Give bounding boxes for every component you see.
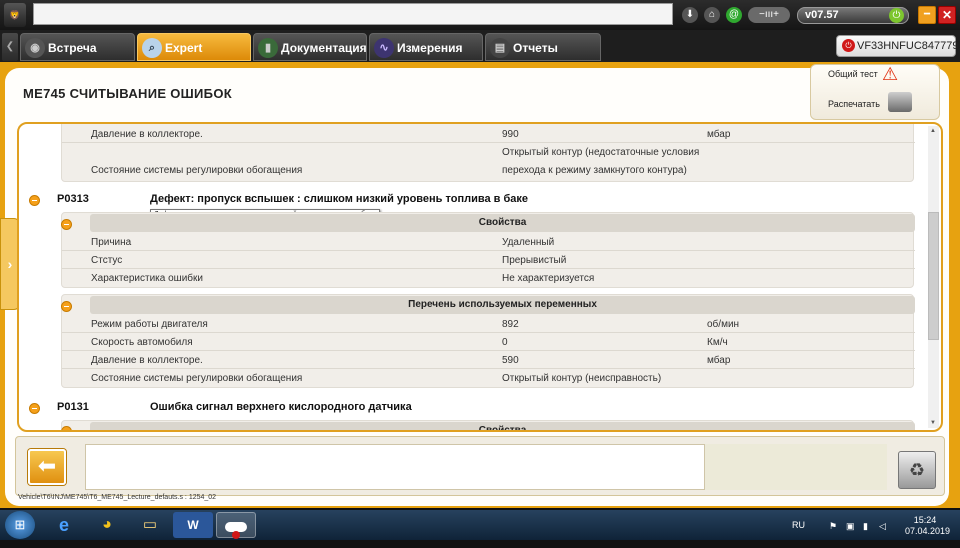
folder-icon[interactable]: ▭	[130, 512, 170, 538]
collapse-icon[interactable]	[61, 301, 72, 312]
fault-list[interactable]: Давление в коллекторе. 990 мбар Состояни…	[17, 122, 943, 432]
nav-toggle-icon[interactable]: ❮	[2, 33, 18, 61]
tab-label: Отчеты	[513, 41, 558, 55]
table-row: Режим работы двигателя 892 об/мин	[62, 315, 915, 333]
book-icon: ▮	[258, 38, 278, 58]
variables-box: Перечень используемых переменных Режим р…	[61, 294, 915, 388]
document-icon: ▤	[490, 38, 510, 58]
table-row: Состояние системы регулировки обогащения…	[91, 373, 662, 384]
scrollbar-thumb[interactable]	[928, 212, 939, 340]
message-area	[85, 444, 705, 490]
internet-explorer-icon[interactable]: e	[44, 512, 84, 538]
tab-measurements[interactable]: ∿ Измерения	[369, 33, 483, 61]
table-row: Состояние системы регулировки обогащения…	[91, 147, 700, 176]
collapse-icon[interactable]	[61, 426, 72, 430]
clock[interactable]: 15:24 07.04.2019	[905, 515, 951, 537]
scroll-down-icon[interactable]: ▼	[930, 420, 936, 426]
table-row: Причина Удаленный	[62, 233, 915, 251]
peugeot-logo: 🦁	[4, 3, 26, 27]
tab-label: Встреча	[48, 41, 97, 55]
tab-expert[interactable]: ⌕ Expert	[137, 33, 251, 61]
power-icon: ⏻	[842, 39, 855, 52]
clock-time: 15:24	[913, 515, 937, 525]
power-icon[interactable]: ⏻	[889, 8, 904, 23]
collapse-icon[interactable]	[29, 403, 40, 414]
print-link[interactable]: Распечатать	[828, 99, 880, 109]
fault-code: P0131	[57, 401, 89, 413]
start-button[interactable]: ⊞	[5, 511, 35, 539]
table-row: Скорость автомобиля 0 Км/ч	[62, 333, 915, 351]
clock-date: 07.04.2019	[905, 526, 951, 536]
collapse-icon[interactable]	[61, 219, 72, 230]
tab-documentation[interactable]: ▮ Документация	[253, 33, 367, 61]
battery-icon[interactable]: ▮	[863, 521, 868, 532]
battery-indicator-icon: −ııı+	[748, 7, 790, 23]
table-row: Давление в коллекторе. 590 мбар	[62, 351, 915, 369]
collapse-icon[interactable]	[29, 195, 40, 206]
status-path: Vehicle\T6\INJ\ME745\T6_ME745_Lecture_de…	[18, 494, 217, 501]
message-area-side	[705, 444, 887, 490]
connection-status-icon[interactable]: @	[726, 7, 742, 23]
section-header: Перечень используемых переменных	[90, 296, 915, 314]
global-test-link[interactable]: Общий тест	[828, 69, 878, 79]
version-label: v07.57	[805, 9, 839, 21]
table-row: Характеристика ошибки Не характеризуется	[91, 273, 595, 284]
printer-icon[interactable]	[888, 92, 912, 112]
tab-label: Expert	[165, 41, 203, 55]
tab-label: Измерения	[397, 41, 463, 55]
minimize-button[interactable]: ━	[918, 6, 936, 24]
diagbox-icon[interactable]	[216, 512, 256, 539]
address-field[interactable]	[33, 3, 673, 25]
volume-icon[interactable]: ◁	[879, 521, 886, 532]
scroll-up-icon[interactable]: ▲	[930, 128, 936, 134]
table-row: Стстус Прерывистый	[62, 251, 915, 269]
globe-icon: ◉	[25, 38, 45, 58]
variables-box: Давление в коллекторе. 990 мбар Состояни…	[61, 124, 915, 182]
table-row: Давление в коллекторе. 990 мбар	[62, 125, 915, 143]
properties-box: Свойства Причина Удаленный Стстус Прерыв…	[61, 212, 915, 288]
language-indicator[interactable]: RU	[792, 520, 805, 530]
section-header: Свойства	[90, 214, 915, 232]
chrome-icon[interactable]: ◕	[87, 512, 127, 538]
page-title: ME745 СЧИТЫВАНИЕ ОШИБОК	[23, 86, 232, 101]
tab-reports[interactable]: ▤ Отчеты	[485, 33, 601, 61]
flag-icon[interactable]: ⚑	[829, 521, 837, 532]
properties-box: Свойства	[61, 420, 915, 430]
recycle-bin-icon[interactable]: ♻	[898, 451, 936, 489]
tab-label: Документация	[281, 41, 367, 55]
section-header: Свойства	[90, 422, 915, 430]
fault-description: Ошибка сигнал верхнего кислородного датч…	[150, 401, 412, 413]
waveform-icon: ∿	[374, 38, 394, 58]
word-icon[interactable]: W	[173, 512, 213, 538]
download-icon[interactable]: ⬇	[682, 7, 698, 23]
fault-code: P0313	[57, 193, 89, 205]
network-icon[interactable]: ▣	[846, 521, 855, 532]
warning-icon[interactable]: ⚠	[882, 64, 910, 86]
home-icon[interactable]: ⌂	[704, 7, 720, 23]
magnifier-icon: ⌕	[142, 38, 162, 58]
back-arrow-icon[interactable]: ⬅	[28, 449, 66, 485]
close-button[interactable]: ✕	[938, 6, 956, 24]
fault-description: Дефект: пропуск вспышек : слишком низкий…	[150, 193, 528, 205]
tab-vstrecha[interactable]: ◉ Встреча	[20, 33, 135, 61]
